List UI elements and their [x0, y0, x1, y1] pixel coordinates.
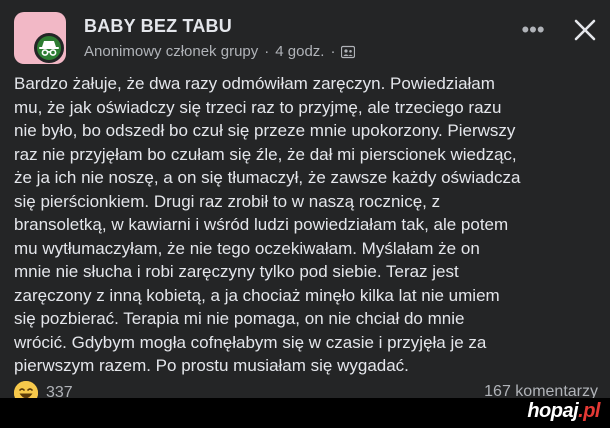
site-watermark: hopaj.pl — [527, 400, 600, 423]
comments-count-link[interactable]: 167 komentarzy — [484, 383, 598, 398]
group-members-icon — [341, 45, 356, 59]
post-text-line: zaręczony z inną kobietą, a ja chociaż m… — [14, 285, 500, 305]
post-header: BABY BEZ TABU Anonimowy członek grupy · … — [14, 12, 604, 64]
post-text-line: się pierścionkiem. Drugi raz zrobił to w… — [14, 191, 441, 211]
post-text-line: mu wytłumaczyłam, że nie tego oczekiwała… — [14, 238, 480, 258]
post-text-line: mu, że jak oświadczy się trzeci raz to p… — [14, 97, 502, 117]
incognito-icon — [34, 33, 64, 63]
post-text-line: że ja ich nie noszę, a on się tłumaczył,… — [14, 168, 521, 187]
watermark-name: hopaj — [527, 400, 579, 422]
facebook-post: BABY BEZ TABU Anonimowy członek grupy · … — [0, 0, 610, 398]
reactions-summary[interactable]: 337 — [14, 380, 73, 398]
group-avatar[interactable] — [14, 12, 66, 64]
group-name[interactable]: BABY BEZ TABU — [84, 16, 232, 37]
post-time[interactable]: 4 godz. — [275, 43, 324, 60]
post-meta: Anonimowy członek grupy · 4 godz. · — [84, 43, 356, 60]
watermark-tld: .pl — [578, 400, 600, 422]
meta-separator: · — [330, 43, 336, 60]
post-text-line: pierwszym razem. Po prostu musiałam się … — [14, 356, 409, 375]
post-text-line: mnie nie słucha i robi zaręczyny tylko p… — [14, 262, 459, 281]
post-text-line: się pozbierać. Terapia mi nie pomaga, on… — [14, 309, 465, 328]
more-options-button[interactable]: ••• — [516, 17, 550, 42]
close-icon — [574, 19, 596, 41]
meta-separator: · — [264, 43, 270, 60]
author-name[interactable]: Anonimowy członek grupy — [84, 43, 258, 60]
haha-reaction-icon — [14, 381, 38, 398]
incognito-glyph — [39, 41, 59, 56]
close-button[interactable] — [570, 15, 600, 45]
post-body: Bardzo żałuje, że dwa razy odmówiłam zar… — [14, 72, 602, 378]
reaction-count: 337 — [46, 384, 73, 398]
post-text-line: wrócić. Gdybym mogła cofnęłabym się w cz… — [14, 332, 487, 352]
post-text-line: bransoletką, w kawiarni i wśród ludzi po… — [14, 215, 509, 234]
post-text-line: raz nie przyjęłam bo czułam się źle, że … — [14, 144, 517, 164]
post-text-line: nie było, bo odszedł bo czuł się przeze … — [14, 121, 516, 140]
watermark-bar: hopaj.pl — [0, 398, 610, 428]
post-text-line: Bardzo żałuje, że dwa razy odmówiłam zar… — [14, 74, 495, 93]
more-dots-icon: ••• — [521, 17, 545, 42]
